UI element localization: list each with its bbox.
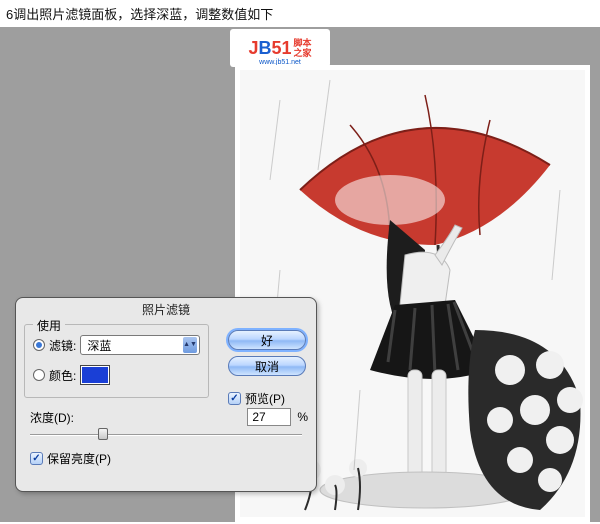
filter-radio[interactable] — [33, 339, 45, 351]
filter-value: 深蓝 — [87, 337, 111, 354]
density-label: 浓度(D): — [30, 409, 74, 426]
use-legend: 使用 — [33, 317, 65, 334]
color-label: 颜色: — [49, 367, 76, 384]
cancel-button[interactable]: 取消 — [228, 356, 306, 376]
select-stepper-icon[interactable]: ▲▼ — [183, 337, 197, 353]
photo-filter-dialog: 照片滤镜 使用 滤镜: 深蓝 ▲▼ 颜色: — [15, 297, 317, 492]
color-swatch[interactable] — [80, 365, 110, 385]
preserve-luminosity-checkbox[interactable]: ✓ — [30, 452, 43, 465]
filter-select[interactable]: 深蓝 ▲▼ — [80, 335, 200, 355]
editor-canvas: JB51 脚本之家 www.jb51.net — [0, 27, 600, 522]
slider-thumb-icon[interactable] — [98, 428, 108, 440]
density-unit: % — [297, 410, 308, 424]
color-radio[interactable] — [33, 369, 45, 381]
ok-button[interactable]: 好 — [228, 330, 306, 350]
jb51-logo: JB51 脚本之家 www.jb51.net — [230, 29, 330, 67]
preserve-luminosity-label: 保留亮度(P) — [47, 450, 111, 467]
preview-checkbox[interactable]: ✓ — [228, 392, 241, 405]
density-input[interactable] — [247, 408, 291, 426]
preview-label: 预览(P) — [245, 390, 285, 407]
use-fieldset: 使用 滤镜: 深蓝 ▲▼ 颜色: — [24, 324, 209, 398]
step-caption: 6调出照片滤镜面板，选择深蓝，调整数值如下 — [0, 0, 600, 27]
density-slider[interactable] — [30, 428, 302, 442]
filter-label: 滤镜: — [49, 337, 76, 354]
